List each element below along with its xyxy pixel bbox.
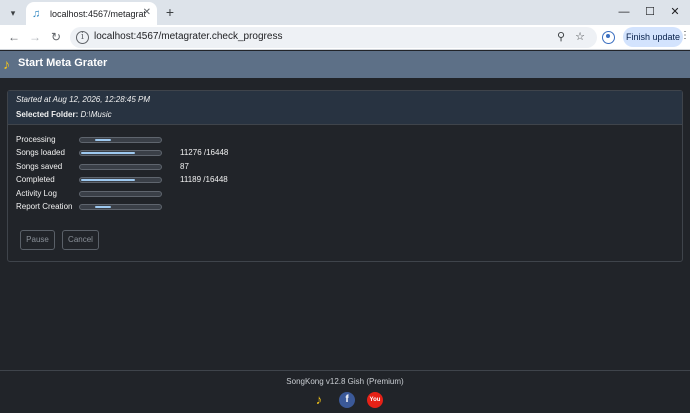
pause-button[interactable]: Pause bbox=[20, 230, 55, 250]
progress-row-activity-log: Activity Log bbox=[16, 189, 656, 199]
browser-tabstrip: ▾ ♫ localhost:4567/metagrater.check_prog… bbox=[0, 0, 690, 25]
progress-fill bbox=[81, 179, 135, 181]
row-label: Report Creation bbox=[16, 202, 73, 211]
row-label: Completed bbox=[16, 175, 55, 184]
kebab-menu-icon[interactable]: ⋮ bbox=[680, 30, 690, 41]
footer-divider bbox=[0, 370, 690, 371]
songkong-icon[interactable]: ♪ bbox=[311, 392, 327, 408]
started-at-text: Started at Aug 12, 2026, 12:28:45 PM bbox=[16, 95, 151, 104]
progress-row-songs-loaded: Songs loaded 11276 /16448 bbox=[16, 148, 656, 158]
progress-row-processing: Processing bbox=[16, 135, 656, 145]
minimize-button[interactable]: — bbox=[614, 3, 634, 21]
back-arrow-icon[interactable]: ← bbox=[6, 29, 22, 45]
progress-bar bbox=[79, 177, 162, 183]
finish-update-button[interactable]: Finish update bbox=[623, 27, 683, 47]
songkong-logo-icon: ♪ bbox=[3, 56, 10, 72]
selected-folder-value: D:\Music bbox=[80, 110, 112, 119]
tab-close-icon[interactable]: ✕ bbox=[143, 7, 151, 18]
progress-row-completed: Completed 11189 /16448 bbox=[16, 175, 656, 185]
progress-bar bbox=[79, 164, 162, 170]
music-note-icon: ♫ bbox=[32, 7, 41, 20]
address-bar[interactable]: i localhost:4567/metagrater.check_progre… bbox=[70, 27, 597, 48]
row-value: 11189 /16448 bbox=[180, 175, 228, 184]
page-title: Start Meta Grater bbox=[18, 57, 108, 69]
progress-fill bbox=[81, 152, 136, 154]
profile-icon[interactable] bbox=[602, 31, 615, 44]
forward-arrow-icon[interactable]: → bbox=[27, 29, 43, 45]
progress-fill bbox=[95, 139, 112, 141]
progress-bar bbox=[79, 191, 162, 197]
search-icon[interactable]: ⚲ bbox=[554, 30, 568, 44]
browser-tab[interactable]: ♫ localhost:4567/metagrater.check_progre… bbox=[26, 2, 157, 25]
maximize-button[interactable]: ☐ bbox=[640, 3, 660, 21]
row-label: Songs loaded bbox=[16, 148, 65, 157]
progress-row-songs-saved: Songs saved 87 bbox=[16, 162, 656, 172]
reload-icon[interactable]: ↻ bbox=[48, 29, 64, 45]
row-value: 87 bbox=[180, 162, 189, 171]
url-text[interactable]: localhost:4567/metagrater.check_progress bbox=[94, 31, 282, 42]
app-header: ♪ Start Meta Grater bbox=[0, 51, 690, 78]
facebook-icon[interactable]: f bbox=[339, 392, 355, 408]
tab-search-chevron-down-icon[interactable]: ▾ bbox=[5, 5, 21, 21]
window-close-button[interactable]: ✕ bbox=[665, 3, 685, 21]
row-label: Songs saved bbox=[16, 162, 63, 171]
progress-bar bbox=[79, 137, 162, 143]
progress-fill bbox=[95, 206, 112, 208]
browser-toolbar: ← → ↻ i localhost:4567/metagrater.check_… bbox=[0, 25, 690, 50]
cancel-button[interactable]: Cancel bbox=[62, 230, 99, 250]
panel-header: Started at Aug 12, 2026, 12:28:45 PM Sel… bbox=[8, 91, 682, 125]
progress-panel: Started at Aug 12, 2026, 12:28:45 PM Sel… bbox=[7, 90, 683, 262]
new-tab-button[interactable]: + bbox=[162, 4, 178, 20]
selected-folder: Selected Folder: D:\Music bbox=[16, 110, 112, 119]
progress-bar bbox=[79, 204, 162, 210]
tab-title: localhost:4567/metagrater.check_progress bbox=[50, 8, 146, 19]
star-icon[interactable]: ☆ bbox=[573, 30, 587, 44]
site-info-icon[interactable]: i bbox=[76, 31, 89, 44]
footer-version-text: SongKong v12.8 Gish (Premium) bbox=[286, 377, 404, 386]
selected-folder-label: Selected Folder: bbox=[16, 110, 79, 119]
row-label: Activity Log bbox=[16, 189, 57, 198]
progress-bar bbox=[79, 150, 162, 156]
youtube-icon[interactable]: You bbox=[367, 392, 383, 408]
progress-row-report-creation: Report Creation bbox=[16, 202, 656, 212]
row-label: Processing bbox=[16, 135, 56, 144]
row-value: 11276 /16448 bbox=[180, 148, 229, 157]
